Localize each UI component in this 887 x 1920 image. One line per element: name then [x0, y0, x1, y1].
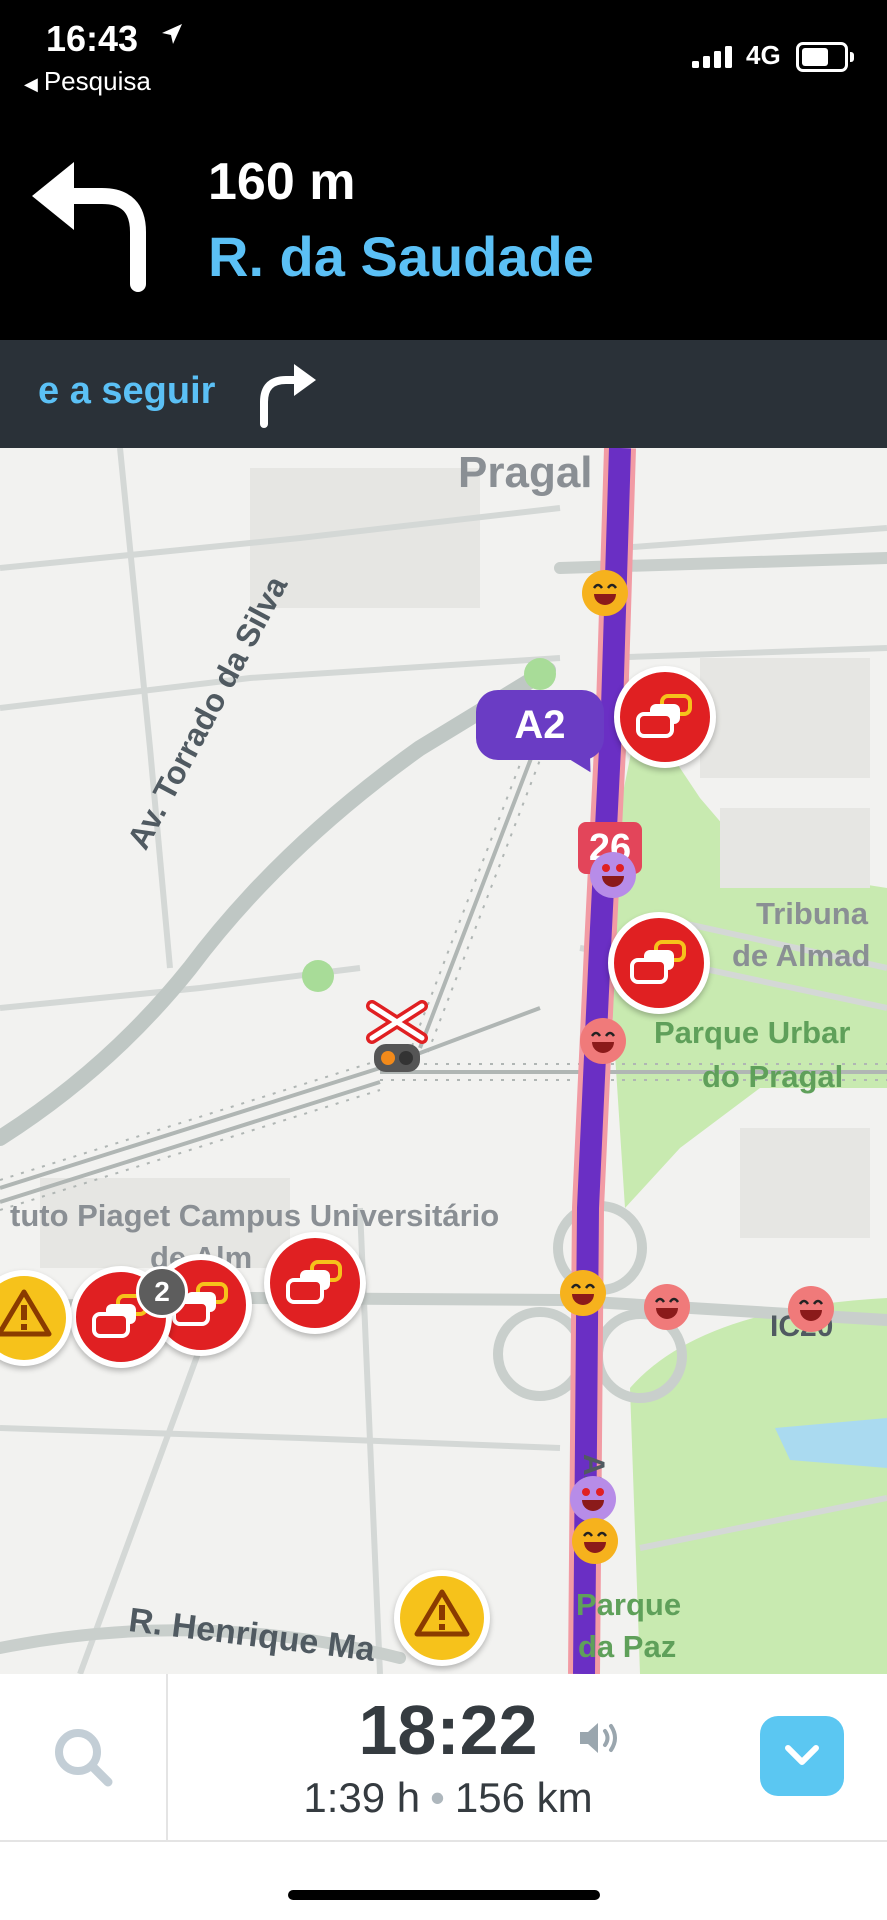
map-label-parque-paz-line2: da Paz	[578, 1629, 677, 1664]
back-triangle-icon: ◀	[24, 74, 38, 94]
expand-menu-button[interactable]	[760, 1716, 844, 1796]
cars-icon	[636, 694, 692, 738]
wazer-icon[interactable]	[582, 570, 628, 616]
home-indicator[interactable]	[288, 1890, 600, 1900]
cars-icon	[286, 1260, 342, 1304]
map-label-pragal: Pragal	[458, 448, 593, 497]
navigation-instruction[interactable]: 160 m R. da Saudade	[0, 100, 887, 340]
trip-duration: 1:39 h	[303, 1774, 421, 1821]
eta-panel[interactable]: 18:22 1:39 h • 156 km	[168, 1692, 728, 1822]
chevron-down-icon	[785, 1745, 819, 1765]
warning-icon	[0, 1289, 52, 1337]
turn-right-arrow-icon	[250, 360, 320, 435]
map-label-parque-paz-line1: Parque	[576, 1587, 682, 1622]
wazer-icon[interactable]	[572, 1518, 618, 1564]
wazer-icon[interactable]	[788, 1286, 834, 1332]
traffic-jam-alert[interactable]	[264, 1232, 366, 1334]
map-label-parque-urbano-line1: Parque Urbar	[654, 1015, 851, 1050]
next-instruction-bar: e a seguir	[0, 340, 887, 448]
map-label-piaget-line1: tuto Piaget Campus Universitário	[10, 1198, 500, 1233]
route-name-pin[interactable]: A2	[476, 690, 604, 780]
map-label-parque-urbano-line2: do Pragal	[702, 1059, 844, 1094]
trip-distance: 156 km	[454, 1774, 593, 1821]
back-to-app-link[interactable]: ◀ Pesquisa	[24, 66, 151, 97]
turn-street-name: R. da Saudade	[208, 225, 594, 288]
separator-dot: •	[430, 1774, 445, 1821]
network-type: 4G	[746, 40, 781, 70]
status-bar: 16:43 ◀ Pesquisa 4G	[0, 0, 887, 100]
back-label: Pesquisa	[43, 66, 151, 96]
turn-distance: 160 m	[208, 153, 356, 211]
arrival-time: 18:22	[358, 1691, 538, 1769]
cars-icon	[630, 940, 686, 984]
bottom-divider	[0, 1840, 887, 1842]
hazard-alert[interactable]	[394, 1570, 490, 1666]
signal-bars-icon	[692, 46, 736, 73]
turn-left-arrow-icon	[28, 152, 158, 297]
location-arrow-icon	[160, 22, 184, 51]
wazer-icon[interactable]	[560, 1270, 606, 1316]
search-icon	[55, 1729, 113, 1787]
wazer-icon[interactable]	[580, 1018, 626, 1064]
warning-icon	[414, 1589, 470, 1637]
map-view[interactable]: Pragal Tribuna de Almad Parque Urbar do …	[0, 448, 887, 1674]
clock: 16:43	[46, 18, 139, 59]
wazer-icon[interactable]	[644, 1284, 690, 1330]
battery-icon	[796, 42, 854, 72]
bottom-bar: 18:22 1:39 h • 156 km	[0, 1674, 887, 1920]
map-label-tribunal-line2: de Almad	[732, 938, 871, 973]
map-label-tribunal-line1: Tribuna	[756, 896, 868, 931]
speaker-icon[interactable]	[576, 1718, 622, 1763]
wazer-icon[interactable]	[590, 852, 636, 898]
traffic-jam-alert[interactable]	[608, 912, 710, 1014]
trip-summary: 1:39 h • 156 km	[168, 1774, 728, 1822]
search-button[interactable]	[0, 1674, 168, 1840]
alert-cluster-count: 2	[136, 1266, 188, 1318]
traffic-jam-alert[interactable]	[614, 666, 716, 768]
wazer-icon[interactable]	[570, 1476, 616, 1522]
next-instruction-label: e a seguir	[38, 370, 216, 412]
route-name-label: A2	[514, 703, 566, 747]
